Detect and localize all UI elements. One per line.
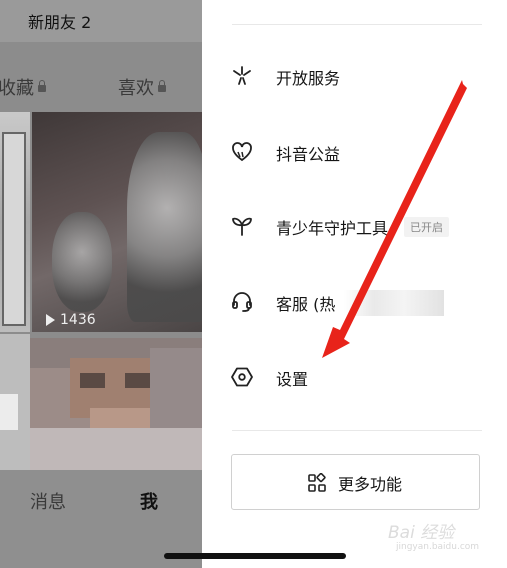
- tab-likes-label: 喜欢: [118, 78, 154, 99]
- divider: [232, 430, 482, 431]
- blurred-phone-number: [344, 290, 444, 316]
- headset-icon: [232, 292, 252, 312]
- watermark-text: Bai 经验: [388, 523, 455, 543]
- profile-tabs: 收藏 喜欢: [0, 74, 202, 100]
- menu-item-label: 设置: [276, 370, 309, 389]
- video-thumbnail[interactable]: [0, 334, 30, 470]
- video-thumbnail-pixelated[interactable]: [30, 338, 202, 470]
- menu-item-youth-protection[interactable]: 青少年守护工具 已开启: [202, 206, 507, 246]
- settings-icon: [231, 367, 253, 387]
- mosaic-block: [125, 373, 150, 388]
- lock-icon: [38, 80, 46, 92]
- sprout-icon: [232, 217, 252, 236]
- mosaic-block: [80, 373, 105, 388]
- menu-item-label: 客服 (热: [276, 295, 336, 314]
- menu-item-customer-service[interactable]: 客服 (热: [202, 282, 507, 322]
- nav-messages[interactable]: 消息: [30, 488, 66, 514]
- video-thumbnail[interactable]: 1436: [32, 112, 202, 332]
- mosaic-block: [30, 428, 202, 470]
- status-badge: 已开启: [404, 217, 449, 237]
- nav-me[interactable]: 我: [140, 488, 158, 514]
- lock-icon: [158, 80, 166, 92]
- grid-icon: [308, 473, 326, 492]
- side-drawer-menu: 开放服务 抖音公益 青少年守护工具 已开启 客服 (热 设置 更多功能: [202, 0, 507, 568]
- tab-likes[interactable]: 喜欢: [118, 74, 166, 100]
- menu-item-charity[interactable]: 抖音公益: [202, 132, 507, 172]
- video-grid: 1436: [0, 112, 202, 470]
- divider: [232, 24, 482, 25]
- watermark-url: jingyan.baidu.com: [396, 542, 480, 552]
- more-features-label: 更多功能: [338, 475, 403, 494]
- snowy-tree-shape: [52, 212, 112, 312]
- watermark-logo: Bai 经验 jingyan.baidu.com: [388, 512, 498, 557]
- mosaic-block: [150, 348, 202, 428]
- new-friends-bar[interactable]: 新朋友 2: [0, 0, 202, 42]
- play-count-value: 1436: [60, 312, 96, 328]
- home-indicator[interactable]: [164, 553, 346, 559]
- tab-favorites[interactable]: 收藏: [0, 74, 46, 100]
- hand-shape: [0, 394, 18, 430]
- tab-favorites-label: 收藏: [0, 78, 34, 99]
- new-friends-label: 新朋友 2: [28, 13, 92, 32]
- paper-shape: [2, 132, 26, 326]
- menu-item-label: 开放服务: [276, 69, 341, 88]
- play-icon: [46, 314, 55, 326]
- menu-item-open-service[interactable]: 开放服务: [202, 56, 507, 96]
- dimmed-profile-panel[interactable]: 新朋友 2 收藏 喜欢 1436 消息 我: [0, 0, 202, 568]
- menu-item-label: 抖音公益: [276, 145, 341, 164]
- more-features-button[interactable]: 更多功能: [231, 454, 480, 510]
- snowy-tree-shape: [127, 132, 202, 322]
- menu-item-label: 青少年守护工具: [276, 219, 389, 238]
- menu-item-settings[interactable]: 设置: [202, 357, 507, 397]
- open-service-icon: [233, 66, 251, 85]
- charity-icon: [232, 142, 252, 162]
- play-count: 1436: [46, 312, 96, 328]
- video-thumbnail[interactable]: [0, 112, 30, 332]
